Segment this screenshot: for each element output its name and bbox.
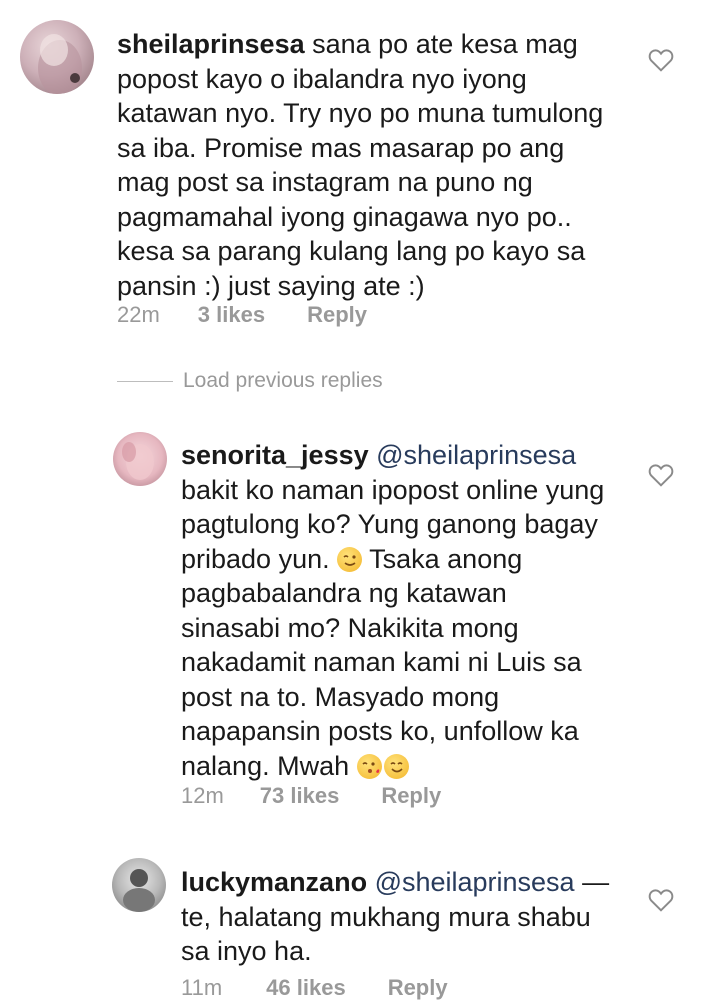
like-heart-icon[interactable] [648, 888, 674, 912]
comment-time: 22m [117, 302, 160, 327]
comment-time: 11m [181, 975, 223, 1000]
avatar-photo-icon [123, 869, 155, 912]
comment-meta: 12m 73 likes Reply [181, 783, 441, 809]
load-previous-label: Load previous replies [183, 369, 383, 392]
comment-username[interactable]: sheilaprinsesa [117, 29, 305, 59]
wink-emoji-icon [337, 546, 363, 572]
avatar-luckymanzano[interactable] [112, 858, 166, 912]
load-previous-replies[interactable]: Load previous replies [117, 369, 383, 393]
comment-time: 12m [181, 783, 224, 808]
avatar-photo-icon [38, 34, 82, 94]
like-heart-icon[interactable] [648, 48, 674, 72]
reply-button[interactable]: Reply [307, 302, 367, 328]
comment-meta: 22m 3 likes Reply [117, 302, 367, 328]
divider-line [117, 380, 173, 382]
comment-body: luckymanzano @sheilaprinsesa — te, halat… [181, 867, 610, 966]
mention-link[interactable]: @sheilaprinsesa [367, 867, 575, 897]
like-heart-icon[interactable] [648, 463, 674, 487]
likes-count[interactable]: 73 likes [260, 783, 340, 809]
avatar-photo-icon [122, 442, 154, 480]
avatar-senorita-jessy[interactable] [113, 432, 167, 486]
likes-count[interactable]: 46 likes [266, 975, 346, 1001]
likes-count[interactable]: 3 likes [198, 302, 265, 328]
kiss-emoji-icon [356, 753, 382, 779]
smile-emoji-icon [383, 753, 409, 779]
comment-username[interactable]: luckymanzano [181, 867, 367, 897]
mention-link[interactable]: @sheilaprinsesa [369, 440, 576, 470]
comment-username[interactable]: senorita_jessy [181, 440, 369, 470]
avatar-sheilaprinsesa[interactable] [20, 20, 94, 94]
comment-meta: 11m 46 likes Reply [181, 975, 448, 1001]
comment-body: senorita_jessy @sheilaprinsesa bakit ko … [181, 440, 605, 781]
comment-body: sheilaprinsesa sana po ate kesa mag popo… [117, 29, 604, 301]
reply-button[interactable]: Reply [381, 783, 441, 809]
reply-button[interactable]: Reply [388, 975, 448, 1001]
